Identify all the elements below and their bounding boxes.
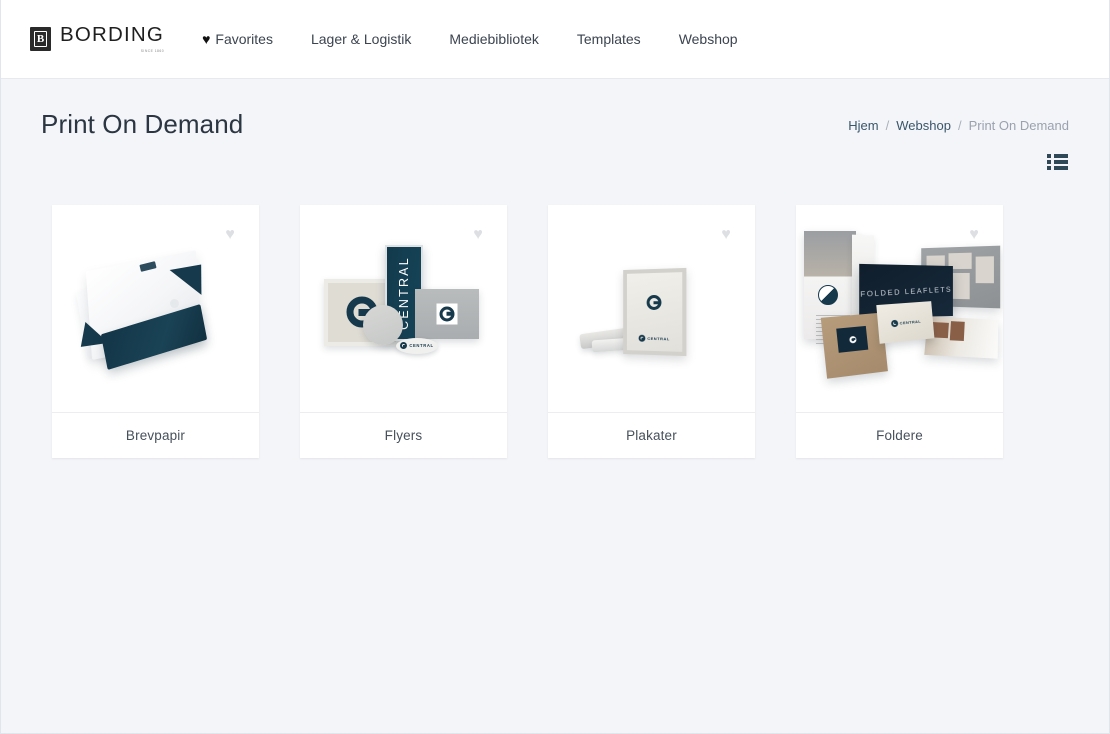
brand-subtitle: SINCE 1860 xyxy=(140,48,165,53)
breadcrumb-separator: / xyxy=(957,118,962,133)
nav-item-label: Lager & Logistik xyxy=(310,31,412,47)
breadcrumb-item-webshop[interactable]: Webshop xyxy=(896,118,951,133)
product-image: ♥ xyxy=(52,204,259,412)
bording-monogram-icon: B xyxy=(30,27,51,51)
central-c-logo-icon xyxy=(646,294,662,310)
central-c-logo-icon xyxy=(400,342,408,350)
product-card-brevpapir[interactable]: ♥ Brevpapir xyxy=(52,204,259,458)
nav-item-lager-logistik[interactable]: Lager & Logistik xyxy=(311,25,411,53)
page-root: B BORDING SINCE 1860 ♥ Favorites Lager &… xyxy=(0,0,1110,734)
favorite-heart-icon[interactable]: ♥ xyxy=(717,226,735,244)
product-card-plakater[interactable]: CENTRAL ♥ Plakater xyxy=(548,204,755,458)
small-folded-card: CENTRAL xyxy=(876,301,935,344)
list-view-bullet xyxy=(1047,165,1051,170)
brand-wordmark: BORDING SINCE 1860 xyxy=(60,23,165,53)
product-name: Plakater xyxy=(548,411,755,458)
paper-emboss xyxy=(170,298,179,308)
nav-item-mediebibliotek[interactable]: Mediebibliotek xyxy=(449,25,539,53)
central-c-logo-icon xyxy=(638,334,646,342)
list-view-row xyxy=(1047,159,1069,164)
nav-item-label: Favorites xyxy=(215,31,273,47)
nav-item-favorites[interactable]: ♥ Favorites xyxy=(202,25,273,53)
poster-footer-logo: CENTRAL xyxy=(638,334,670,343)
oval-badge: CENTRAL xyxy=(396,337,438,354)
breadcrumb-separator: / xyxy=(885,118,890,133)
badge-text: CENTRAL xyxy=(409,343,434,349)
page-title: Print On Demand xyxy=(41,109,244,139)
central-c-logo-icon xyxy=(890,319,898,327)
list-view-row xyxy=(1047,165,1069,170)
brand-mark-letter: B xyxy=(34,31,47,47)
list-view-bar xyxy=(1054,159,1068,164)
standing-poster: CENTRAL xyxy=(623,267,687,356)
product-card-flyers[interactable]: CENTRAL CENTRAL ♥ Flyers xyxy=(300,204,507,458)
product-grid: ♥ Brevpapir CENTRAL CENTRAL ♥ Flyers CEN… xyxy=(1,171,1109,458)
breadcrumb-item-hjem[interactable]: Hjem xyxy=(848,118,878,133)
list-view-bar xyxy=(1054,153,1068,158)
list-view-bullet xyxy=(1047,153,1051,158)
brand-logo[interactable]: B BORDING SINCE 1860 xyxy=(30,23,165,53)
product-name: Flyers xyxy=(300,411,507,458)
kraft-logo-plate xyxy=(836,325,869,353)
favorite-heart-icon[interactable]: ♥ xyxy=(469,226,487,244)
nav-item-label: Mediebibliotek xyxy=(449,31,539,47)
nav-item-webshop[interactable]: Webshop xyxy=(679,25,738,53)
favorite-heart-icon[interactable]: ♥ xyxy=(221,226,239,244)
nav-item-label: Webshop xyxy=(678,31,738,47)
breadcrumb-item-current: Print On Demand xyxy=(968,118,1069,133)
brand-name: BORDING xyxy=(60,23,165,46)
favorite-heart-icon[interactable]: ♥ xyxy=(965,226,983,244)
grey-flyer-panel xyxy=(415,288,479,339)
list-view-bar xyxy=(1054,165,1068,170)
list-view-icon[interactable] xyxy=(1047,153,1069,171)
product-image: CENTRAL ♥ xyxy=(548,204,755,412)
open-spread-leaflet xyxy=(924,316,999,359)
page-header-row: Print On Demand Hjem / Webshop / Print O… xyxy=(1,79,1109,140)
product-image: CENTRAL CENTRAL ♥ xyxy=(300,204,507,412)
folded-leaflets-text: FOLDED LEAFLETS xyxy=(860,284,953,299)
poster-footer-text: CENTRAL xyxy=(647,335,670,342)
round-coaster xyxy=(363,304,403,345)
leaflet-logo-icon xyxy=(818,284,838,305)
list-view-bullet xyxy=(1047,159,1051,164)
nav-item-label: Templates xyxy=(576,31,641,47)
product-name: Foldere xyxy=(796,411,1003,458)
nav-item-templates[interactable]: Templates xyxy=(577,25,641,53)
central-c-logo-icon xyxy=(439,306,455,322)
product-name: Brevpapir xyxy=(52,411,259,458)
breadcrumb: Hjem / Webshop / Print On Demand xyxy=(848,110,1069,133)
main-navigation: ♥ Favorites Lager & Logistik Mediebiblio… xyxy=(202,25,738,53)
central-c-logo-icon xyxy=(848,335,857,343)
list-view-row xyxy=(1047,153,1069,158)
panel-logo-plate xyxy=(436,303,458,325)
heart-icon: ♥ xyxy=(202,31,211,47)
view-toolbar xyxy=(1,140,1109,171)
site-header: B BORDING SINCE 1860 ♥ Favorites Lager &… xyxy=(1,0,1109,79)
product-card-foldere[interactable]: FOLDED LEAFLETS CENTRAL ♥ Foldere xyxy=(796,204,1003,458)
envelope-flap xyxy=(169,264,207,300)
product-image: FOLDED LEAFLETS CENTRAL ♥ xyxy=(796,204,1003,412)
small-card-text: CENTRAL xyxy=(899,318,922,325)
